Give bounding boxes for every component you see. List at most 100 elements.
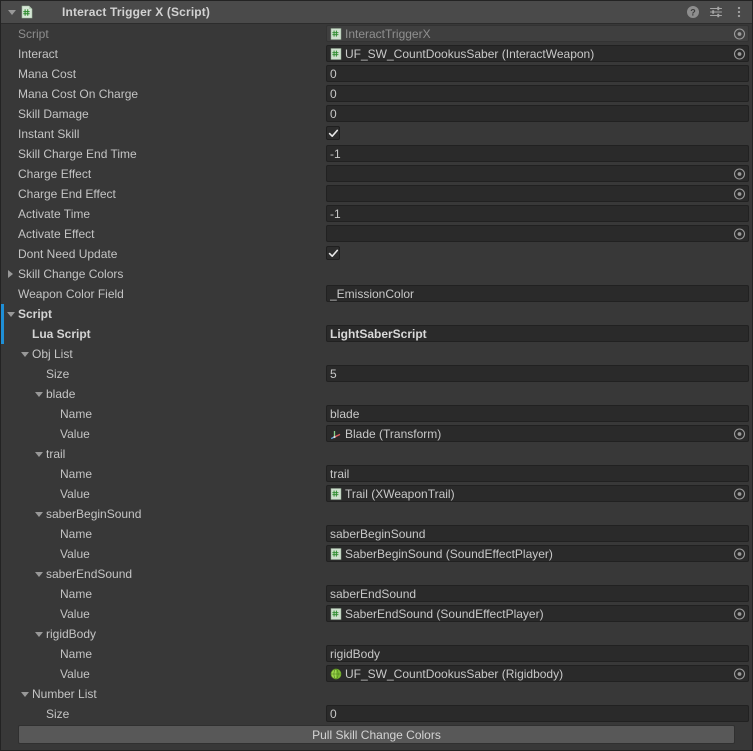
object-reference-field[interactable]: SaberBeginSound (SoundEffectPlayer) <box>326 545 749 562</box>
object-reference-field[interactable]: InteractTriggerX <box>326 25 749 42</box>
property-label-text: Weapon Color Field <box>18 287 124 301</box>
field-value-text: -1 <box>330 146 341 161</box>
property-label: Name <box>1 524 92 544</box>
property-value-field[interactable]: blade <box>326 405 749 422</box>
csharp-script-icon <box>330 487 345 500</box>
property-value-field[interactable]: 0 <box>326 705 749 722</box>
property-row: saberEndSound <box>1 564 752 584</box>
property-checkbox[interactable] <box>326 126 340 140</box>
component-foldout-icon[interactable] <box>5 6 18 19</box>
property-label-text: Name <box>60 647 93 661</box>
property-row: Size 5 <box>1 364 752 384</box>
property-value-field[interactable]: 0 <box>326 105 749 122</box>
property-label-text: Lua Script <box>32 327 91 341</box>
help-icon[interactable]: ? <box>686 5 700 19</box>
property-row: Name saberBeginSound <box>1 524 752 544</box>
field-value-text: -1 <box>330 206 341 221</box>
object-reference-field[interactable]: UF_SW_CountDookusSaber (InteractWeapon) <box>326 45 749 62</box>
object-reference-field[interactable] <box>326 185 749 202</box>
property-label: Value <box>1 604 90 624</box>
object-picker-icon[interactable] <box>733 227 746 240</box>
property-label-text: Name <box>60 467 93 481</box>
property-row: Script InteractTriggerX <box>1 24 752 44</box>
object-picker-icon[interactable] <box>733 667 746 680</box>
property-label-text: Value <box>60 667 90 681</box>
property-label[interactable]: rigidBody <box>1 624 96 644</box>
chevron-down-icon[interactable] <box>32 448 45 461</box>
field-value-text: Blade (Transform) <box>345 426 442 441</box>
object-reference-field[interactable]: Trail (XWeaponTrail) <box>326 485 749 502</box>
chevron-down-icon[interactable] <box>32 508 45 521</box>
object-picker-icon[interactable] <box>733 27 746 40</box>
property-label-text: saberBeginSound <box>46 507 142 521</box>
property-rows: Script InteractTriggerX Interact UF_SW_Coun… <box>1 24 752 724</box>
property-label[interactable]: Skill Change Colors <box>1 264 123 284</box>
preset-settings-icon[interactable] <box>709 5 723 19</box>
chevron-down-icon[interactable] <box>18 688 31 701</box>
pull-skill-change-colors-button[interactable]: Pull Skill Change Colors <box>18 725 735 744</box>
property-row: Skill Charge End Time -1 <box>1 144 752 164</box>
property-value-field[interactable]: 5 <box>326 365 749 382</box>
property-label[interactable]: Obj List <box>1 344 73 364</box>
property-label[interactable]: saberBeginSound <box>1 504 141 524</box>
property-label[interactable]: blade <box>1 384 75 404</box>
object-reference-field[interactable]: SaberEndSound (SoundEffectPlayer) <box>326 605 749 622</box>
property-checkbox[interactable] <box>326 246 340 260</box>
property-row: Charge Effect <box>1 164 752 184</box>
chevron-down-icon[interactable] <box>32 628 45 641</box>
property-value-field[interactable]: -1 <box>326 205 749 222</box>
property-value-field[interactable]: 0 <box>326 65 749 82</box>
object-reference-field[interactable]: Blade (Transform) <box>326 425 749 442</box>
property-row: Activate Effect <box>1 224 752 244</box>
property-row: blade <box>1 384 752 404</box>
property-label[interactable]: Script <box>1 304 52 324</box>
property-value-field[interactable]: saberBeginSound <box>326 525 749 542</box>
object-picker-icon[interactable] <box>733 187 746 200</box>
property-value-field[interactable]: 0 <box>326 85 749 102</box>
property-label: Value <box>1 664 90 684</box>
property-label-text: Size <box>46 367 70 381</box>
object-picker-icon[interactable] <box>733 547 746 560</box>
property-value-field[interactable]: saberEndSound <box>326 585 749 602</box>
chevron-down-icon[interactable] <box>32 568 45 581</box>
property-label: Size <box>1 364 69 384</box>
property-row: Lua Script LightSaberScript <box>1 324 752 344</box>
property-label-text: Number List <box>32 687 97 701</box>
property-value-field[interactable]: -1 <box>326 145 749 162</box>
kebab-menu-icon[interactable] <box>732 5 746 19</box>
csharp-script-icon <box>20 5 34 19</box>
property-label[interactable]: saberEndSound <box>1 564 132 584</box>
object-picker-icon[interactable] <box>733 487 746 500</box>
field-value-text: 0 <box>330 66 337 81</box>
property-label: Size <box>1 704 69 724</box>
field-value-text: blade <box>330 406 360 421</box>
csharp-script-icon <box>330 607 345 620</box>
object-picker-icon[interactable] <box>733 427 746 440</box>
object-reference-field[interactable]: UF_SW_CountDookusSaber (Rigidbody) <box>326 665 749 682</box>
property-label-text: Size <box>46 707 70 721</box>
property-value-field[interactable]: _EmissionColor <box>326 285 749 302</box>
object-reference-field[interactable] <box>326 165 749 182</box>
property-row: Value UF_SW_CountDookusSaber (Rigidbody) <box>1 664 752 684</box>
component-header[interactable]: Interact Trigger X (Script) ? <box>1 1 752 24</box>
field-value-text: 0 <box>330 106 337 121</box>
property-value-field[interactable]: trail <box>326 465 749 482</box>
object-picker-icon[interactable] <box>733 47 746 60</box>
chevron-down-icon[interactable] <box>4 308 17 321</box>
property-label-text: Value <box>60 427 90 441</box>
chevron-down-icon[interactable] <box>32 388 45 401</box>
property-value-field[interactable]: LightSaberScript <box>326 325 749 342</box>
selected-accent-bar <box>1 304 4 324</box>
property-label: Name <box>1 644 92 664</box>
property-label[interactable]: Number List <box>1 684 97 704</box>
field-value-text: SaberBeginSound (SoundEffectPlayer) <box>345 546 553 561</box>
object-picker-icon[interactable] <box>733 607 746 620</box>
chevron-down-icon[interactable] <box>18 348 31 361</box>
property-label-text: rigidBody <box>46 627 97 641</box>
object-picker-icon[interactable] <box>733 167 746 180</box>
property-value-field[interactable]: rigidBody <box>326 645 749 662</box>
property-label[interactable]: trail <box>1 444 65 464</box>
object-reference-field[interactable] <box>326 225 749 242</box>
chevron-right-icon[interactable] <box>4 268 17 281</box>
property-label: Script <box>1 24 49 44</box>
